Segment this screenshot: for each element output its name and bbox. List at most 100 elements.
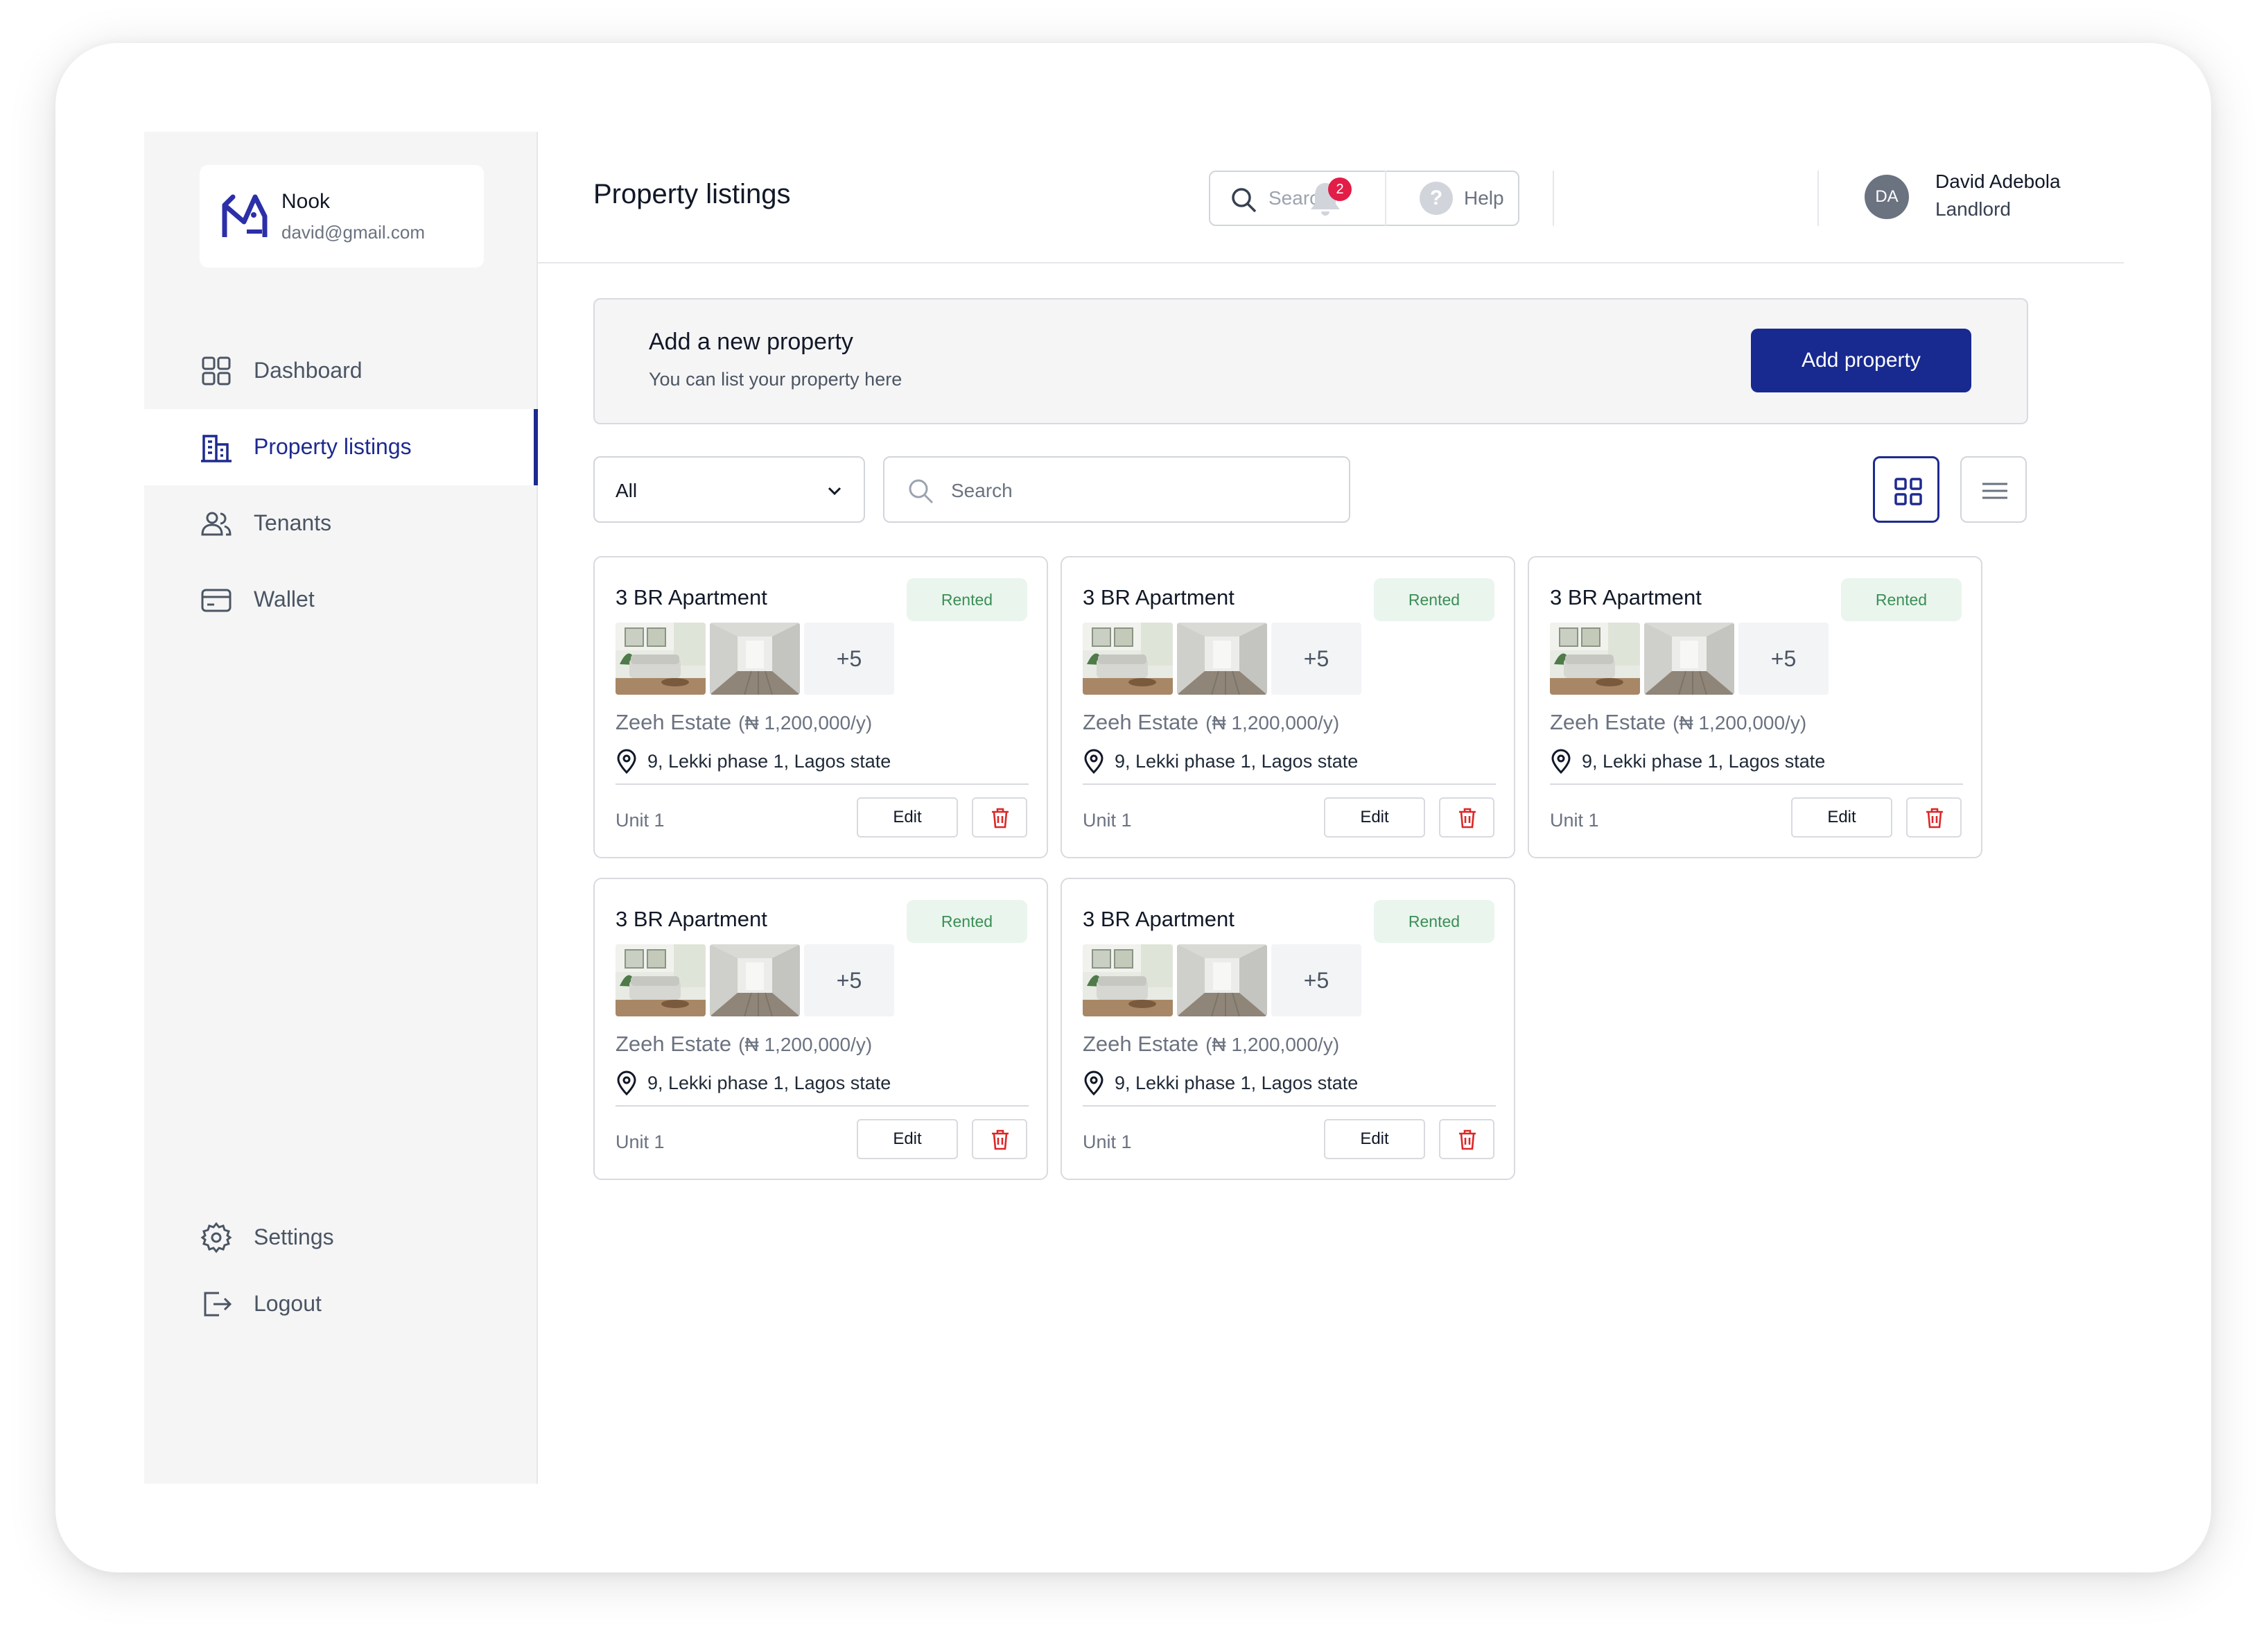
property-photo[interactable] bbox=[616, 623, 706, 695]
banner-title: Add a new property bbox=[649, 329, 853, 355]
delete-button[interactable] bbox=[972, 1119, 1027, 1159]
sidebar-item-property-listings[interactable]: Property listings bbox=[144, 409, 538, 485]
card-divider bbox=[1083, 783, 1496, 785]
edit-button[interactable]: Edit bbox=[857, 797, 958, 838]
more-photos-count[interactable]: +5 bbox=[804, 944, 894, 1016]
delete-button[interactable] bbox=[1906, 797, 1962, 838]
property-card[interactable]: 3 BR Apartment Rented +5 Zeeh Estate (₦ … bbox=[1061, 878, 1515, 1180]
divider bbox=[1385, 171, 1386, 226]
property-photo[interactable] bbox=[1644, 623, 1734, 695]
trash-icon bbox=[1459, 1129, 1476, 1150]
status-badge: Rented bbox=[907, 900, 1027, 943]
estate-name: Zeeh Estate bbox=[1550, 710, 1666, 734]
brand-email: david@gmail.com bbox=[281, 222, 426, 243]
card-divider bbox=[616, 783, 1029, 785]
help-button[interactable]: ? Help bbox=[1420, 179, 1504, 218]
chevron-down-icon bbox=[828, 487, 841, 496]
edit-button[interactable]: Edit bbox=[1324, 1119, 1425, 1159]
grid-view-button[interactable] bbox=[1873, 456, 1939, 523]
user-role: Landlord bbox=[1935, 198, 2011, 220]
living-room-photo bbox=[616, 623, 706, 695]
unit-label: Unit 1 bbox=[1083, 1131, 1132, 1152]
house-logo-icon bbox=[222, 194, 268, 237]
property-price: (₦ 1,200,000/y) bbox=[1205, 1034, 1340, 1055]
status-badge: Rented bbox=[907, 578, 1027, 621]
property-title: 3 BR Apartment bbox=[616, 585, 767, 609]
estate-line: Zeeh Estate (₦ 1,200,000/y) bbox=[616, 710, 872, 735]
property-address: 9, Lekki phase 1, Lagos state bbox=[1582, 750, 1826, 772]
hallway-photo bbox=[1644, 623, 1734, 695]
sidebar-item-settings[interactable]: Settings bbox=[144, 1199, 537, 1276]
property-price: (₦ 1,200,000/y) bbox=[738, 712, 873, 734]
brand-card[interactable]: Nook david@gmail.com bbox=[200, 165, 484, 268]
property-photo[interactable] bbox=[616, 944, 706, 1016]
unit-label: Unit 1 bbox=[1083, 810, 1132, 831]
property-photo[interactable] bbox=[1177, 623, 1267, 695]
unit-label: Unit 1 bbox=[616, 1131, 665, 1152]
address-line: 9, Lekki phase 1, Lagos state bbox=[616, 747, 891, 775]
property-photo[interactable] bbox=[1550, 623, 1640, 695]
divider bbox=[1553, 171, 1554, 226]
edit-button[interactable]: Edit bbox=[1791, 797, 1892, 838]
property-card[interactable]: 3 BR Apartment Rented +5 Zeeh Estate (₦ … bbox=[593, 878, 1048, 1180]
edit-button[interactable]: Edit bbox=[857, 1119, 958, 1159]
property-price: (₦ 1,200,000/y) bbox=[1205, 712, 1340, 734]
trash-icon bbox=[992, 1129, 1009, 1150]
brand-name: Nook bbox=[281, 190, 331, 213]
card-divider bbox=[1083, 1105, 1496, 1107]
logout-icon bbox=[204, 1292, 232, 1317]
status-filter-select[interactable]: All bbox=[593, 456, 865, 523]
living-room-photo bbox=[1550, 623, 1640, 695]
search-input[interactable] bbox=[951, 477, 1325, 505]
notification-badge: 2 bbox=[1328, 177, 1352, 201]
sidebar-item-label: Tenants bbox=[254, 510, 332, 535]
address-line: 9, Lekki phase 1, Lagos state bbox=[1083, 1069, 1358, 1097]
address-line: 9, Lekki phase 1, Lagos state bbox=[1550, 747, 1825, 775]
divider bbox=[1817, 171, 1819, 226]
living-room-photo bbox=[1083, 944, 1173, 1016]
unit-label: Unit 1 bbox=[1550, 810, 1599, 831]
card-divider bbox=[1550, 783, 1963, 785]
estate-name: Zeeh Estate bbox=[1083, 1032, 1199, 1056]
edit-button[interactable]: Edit bbox=[1324, 797, 1425, 838]
property-card[interactable]: 3 BR Apartment Rented +5 Zeeh Estate (₦ … bbox=[1061, 556, 1515, 858]
delete-button[interactable] bbox=[1439, 1119, 1494, 1159]
sidebar-item-logout[interactable]: Logout bbox=[144, 1266, 537, 1342]
sidebar-item-tenants[interactable]: Tenants bbox=[144, 485, 537, 562]
add-property-button[interactable]: Add property bbox=[1751, 329, 1971, 392]
more-photos-count[interactable]: +5 bbox=[804, 623, 894, 695]
more-photos-count[interactable]: +5 bbox=[1738, 623, 1829, 695]
more-photos-count[interactable]: +5 bbox=[1271, 944, 1361, 1016]
hallway-photo bbox=[1177, 944, 1267, 1016]
sidebar-item-dashboard[interactable]: Dashboard bbox=[144, 333, 537, 409]
sidebar-item-label: Logout bbox=[254, 1291, 322, 1316]
gear-icon bbox=[200, 1222, 232, 1254]
property-photo[interactable] bbox=[710, 944, 800, 1016]
top-bar: Property listings 2 ? Help DA David Adeb… bbox=[538, 132, 2124, 263]
unit-label: Unit 1 bbox=[616, 810, 665, 831]
add-property-banner: Add a new property You can list your pro… bbox=[593, 298, 2028, 424]
property-photo[interactable] bbox=[710, 623, 800, 695]
list-view-button[interactable] bbox=[1960, 456, 2027, 523]
sidebar-item-wallet[interactable]: Wallet bbox=[144, 562, 537, 638]
property-photo[interactable] bbox=[1177, 944, 1267, 1016]
delete-button[interactable] bbox=[972, 797, 1027, 838]
location-pin-icon bbox=[617, 749, 636, 774]
users-icon bbox=[201, 512, 232, 536]
property-photo[interactable] bbox=[1083, 944, 1173, 1016]
card-icon bbox=[201, 589, 232, 612]
property-address: 9, Lekki phase 1, Lagos state bbox=[1115, 750, 1359, 772]
property-card[interactable]: 3 BR Apartment Rented +5 Zeeh Estate (₦ … bbox=[1528, 556, 1982, 858]
sidebar-item-label: Property listings bbox=[254, 434, 412, 459]
property-card[interactable]: 3 BR Apartment Rented +5 Zeeh Estate (₦ … bbox=[593, 556, 1048, 858]
more-photos-count[interactable]: +5 bbox=[1271, 623, 1361, 695]
status-badge: Rented bbox=[1374, 900, 1494, 943]
user-name: David Adebola bbox=[1935, 171, 2061, 192]
listing-search[interactable] bbox=[883, 456, 1350, 523]
property-title: 3 BR Apartment bbox=[1083, 907, 1235, 931]
delete-button[interactable] bbox=[1439, 797, 1494, 838]
estate-line: Zeeh Estate (₦ 1,200,000/y) bbox=[1083, 710, 1339, 735]
property-photo[interactable] bbox=[1083, 623, 1173, 695]
property-address: 9, Lekki phase 1, Lagos state bbox=[647, 1072, 891, 1093]
avatar[interactable]: DA bbox=[1865, 175, 1909, 219]
